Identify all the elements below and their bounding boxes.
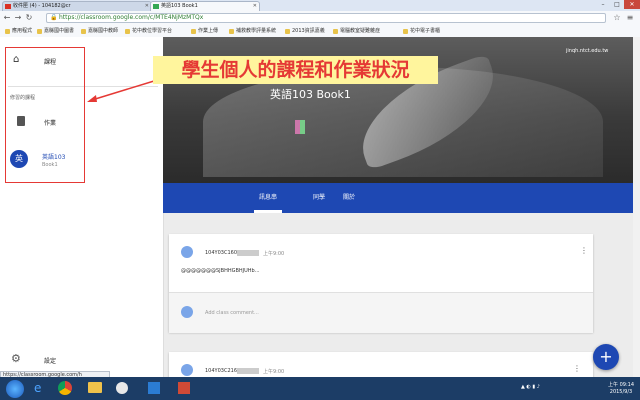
- active-tab-indicator: [254, 210, 282, 213]
- chrome-icon[interactable]: [58, 381, 72, 395]
- close-tab-icon[interactable]: ✕: [145, 2, 149, 11]
- tab-about[interactable]: 關於: [338, 183, 360, 213]
- comment-area: Add class comment...: [169, 292, 593, 333]
- ie-icon[interactable]: e: [34, 381, 41, 395]
- folder-icon[interactable]: [88, 382, 102, 393]
- reload-icon[interactable]: ↻: [24, 13, 34, 23]
- add-post-button[interactable]: +: [593, 344, 619, 370]
- post-body: @@@@@@@SJBHHGBHJUHb...: [181, 268, 260, 274]
- minimize-icon[interactable]: –: [596, 0, 610, 9]
- post-author: 104Y03C160: [205, 250, 237, 256]
- bookmark-item[interactable]: 花中教位學習平台: [124, 27, 172, 36]
- account-email[interactable]: jinqh.ntct.edu.tw: [566, 48, 608, 54]
- tab-classmates[interactable]: 同學: [304, 183, 334, 213]
- menu-icon[interactable]: ≡: [625, 13, 635, 23]
- teacher-avatar: [295, 120, 305, 134]
- comment-input[interactable]: Add class comment...: [205, 310, 259, 316]
- more-vert-icon[interactable]: ⋮: [573, 364, 581, 373]
- annotation-highlight-box: [5, 47, 85, 183]
- author-avatar: [181, 246, 193, 258]
- star-icon[interactable]: ☆: [612, 13, 622, 23]
- lock-icon: 🔒: [50, 14, 58, 21]
- gear-icon: ⚙: [11, 352, 21, 365]
- browser-tab-label: 收件匣 (4) - 104182@cr: [13, 3, 71, 9]
- back-icon[interactable]: ←: [2, 13, 12, 23]
- browser-tab-gmail[interactable]: 收件匣 (4) - 104182@cr ✕: [2, 1, 152, 11]
- app-icon[interactable]: [148, 382, 160, 394]
- course-title: 英語103 Book1: [270, 88, 351, 101]
- tab-stream[interactable]: 訊息串: [252, 183, 284, 213]
- start-button[interactable]: [6, 380, 24, 398]
- sidebar-item-settings[interactable]: 設定: [44, 356, 56, 365]
- close-tab-icon[interactable]: ✕: [253, 2, 257, 11]
- gmail-icon: [5, 4, 11, 9]
- commenter-avatar: [181, 306, 193, 318]
- author-avatar: [181, 364, 193, 376]
- annotation-callout: 學生個人的課程和作業狀況: [153, 56, 438, 84]
- course-tabs-bar: [163, 183, 633, 213]
- bookmark-item[interactable]: 2013資訊嘉義: [284, 27, 325, 36]
- browser-tab-classroom[interactable]: 英語103 Book1 ✕: [150, 1, 260, 11]
- maximize-icon[interactable]: □: [610, 0, 624, 9]
- close-window-icon[interactable]: ✕: [624, 0, 640, 9]
- post-time: 上午9:00: [263, 251, 285, 257]
- bookmark-item[interactable]: 花中電子書櫃: [402, 27, 440, 36]
- scrollbar[interactable]: [633, 37, 640, 377]
- post-author: 104Y03C216: [205, 368, 237, 374]
- post-time: 上午9:00: [263, 369, 285, 375]
- bookmark-item[interactable]: 嘉縣國中教師: [80, 27, 118, 36]
- forward-icon[interactable]: →: [13, 13, 23, 23]
- classroom-icon: [153, 4, 159, 9]
- app-icon[interactable]: [178, 382, 190, 394]
- address-bar[interactable]: 🔒 https://classroom.google.com/c/MTE4NjM…: [46, 13, 606, 23]
- browser-tab-label: 英語103 Book1: [161, 3, 198, 9]
- bookmark-item[interactable]: 嘉縣國中圖書: [36, 27, 74, 36]
- bookmark-item[interactable]: 補救教學評量系統: [228, 27, 276, 36]
- post-card: 104Y03C160 上午9:00 ⋮ @@@@@@@SJBHHGBHJUHb.…: [169, 234, 593, 333]
- redacted-name: [237, 368, 259, 374]
- bookmark-item[interactable]: 應用程式: [4, 27, 32, 36]
- clock-date[interactable]: 2015/9/3: [604, 389, 638, 395]
- bookmark-item[interactable]: 電腦教室疑難雜症: [332, 27, 380, 36]
- system-tray-icons[interactable]: ▲ ◐ ▮ ♪: [521, 384, 540, 390]
- address-bar-url: https://classroom.google.com/c/MTE4NjMzM…: [59, 14, 204, 21]
- bookmark-item[interactable]: 作業上傳: [190, 27, 218, 36]
- clock-time[interactable]: 上午 09:14: [604, 381, 638, 388]
- annotation-arrow: [87, 80, 155, 102]
- more-vert-icon[interactable]: ⋮: [580, 246, 588, 255]
- redacted-name: [237, 250, 259, 256]
- media-player-icon[interactable]: [116, 382, 128, 394]
